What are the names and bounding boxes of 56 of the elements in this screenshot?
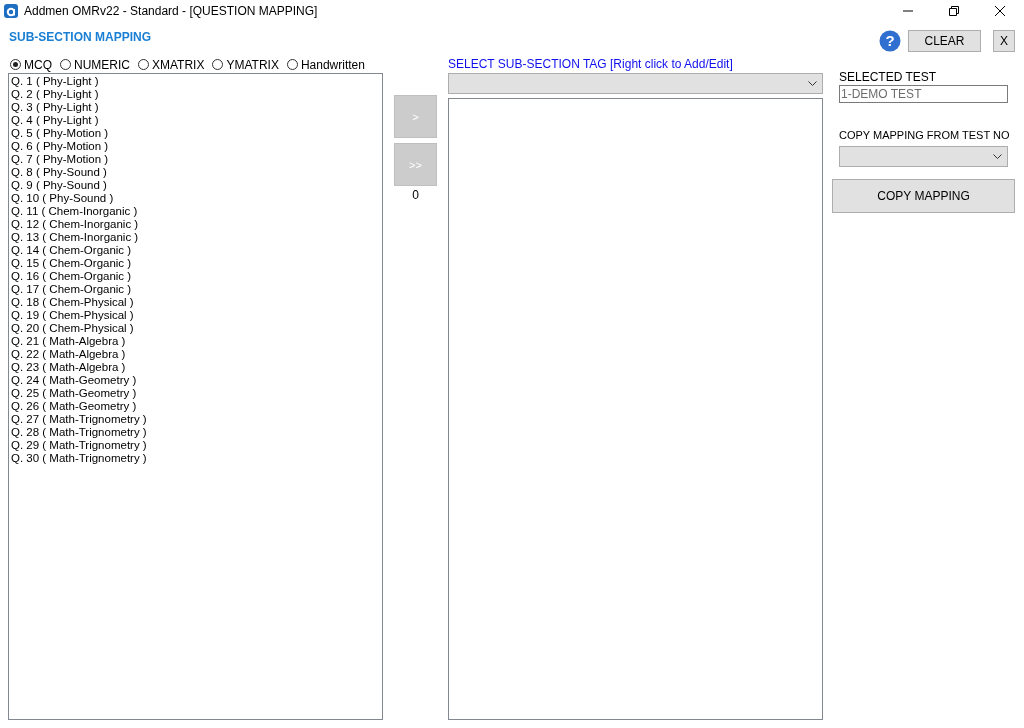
- clear-button[interactable]: CLEAR: [908, 30, 981, 52]
- question-item[interactable]: Q. 29 ( Math-Trignometry ): [11, 439, 380, 452]
- restore-icon[interactable]: [948, 5, 960, 17]
- radio-label: XMATRIX: [152, 57, 205, 72]
- radio-label: NUMERIC: [74, 57, 130, 72]
- copy-from-label: COPY MAPPING FROM TEST NO: [839, 128, 1011, 142]
- question-item[interactable]: Q. 21 ( Math-Algebra ): [11, 335, 380, 348]
- selected-test-label: SELECTED TEST: [839, 70, 938, 84]
- app-logo-icon: [4, 4, 18, 18]
- question-item[interactable]: Q. 14 ( Chem-Organic ): [11, 244, 380, 257]
- question-item[interactable]: Q. 3 ( Phy-Light ): [11, 101, 380, 114]
- selected-test-field[interactable]: 1-DEMO TEST: [839, 85, 1008, 103]
- close-icon[interactable]: [994, 5, 1006, 17]
- question-item[interactable]: Q. 8 ( Phy-Sound ): [11, 166, 380, 179]
- radio-option[interactable]: MCQ: [10, 57, 52, 72]
- question-item[interactable]: Q. 17 ( Chem-Organic ): [11, 283, 380, 296]
- question-item[interactable]: Q. 10 ( Phy-Sound ): [11, 192, 380, 205]
- section-heading: SUB-SECTION MAPPING: [9, 30, 151, 44]
- radio-label: Handwritten: [300, 57, 365, 72]
- radio-option[interactable]: YMATRIX: [212, 57, 279, 72]
- question-item[interactable]: Q. 7 ( Phy-Motion ): [11, 153, 380, 166]
- chevron-icon: [808, 81, 817, 86]
- question-item[interactable]: Q. 12 ( Chem-Inorganic ): [11, 218, 380, 231]
- window-title: Addmen OMRv22 - Standard - [QUESTION MAPPING]: [24, 4, 318, 18]
- help-icon[interactable]: ?: [879, 30, 901, 52]
- copy-mapping-button[interactable]: COPY MAPPING: [832, 179, 1015, 213]
- tag-label: SELECT SUB-SECTION TAG [Right click to Add/Edit]: [448, 56, 734, 72]
- question-item[interactable]: Q. 23 ( Math-Algebra ): [11, 361, 380, 374]
- radio-label: MCQ: [24, 57, 52, 72]
- question-item[interactable]: Q. 16 ( Chem-Organic ): [11, 270, 380, 283]
- question-item[interactable]: Q. 22 ( Math-Algebra ): [11, 348, 380, 361]
- question-item[interactable]: Q. 15 ( Chem-Organic ): [11, 257, 380, 270]
- chevron-icon: [993, 154, 1002, 159]
- question-item[interactable]: Q. 20 ( Chem-Physical ): [11, 322, 380, 335]
- question-item[interactable]: Q. 1 ( Phy-Light ): [11, 75, 380, 88]
- question-item[interactable]: Q. 18 ( Chem-Physical ): [11, 296, 380, 309]
- radio-option[interactable]: XMATRIX: [138, 57, 205, 72]
- question-item[interactable]: Q. 6 ( Phy-Motion ): [11, 140, 380, 153]
- question-item[interactable]: Q. 27 ( Math-Trignometry ): [11, 413, 380, 426]
- question-item[interactable]: Q. 2 ( Phy-Light ): [11, 88, 380, 101]
- question-item[interactable]: Q. 13 ( Chem-Inorganic ): [11, 231, 380, 244]
- question-item[interactable]: Q. 4 ( Phy-Light ): [11, 114, 380, 127]
- question-item[interactable]: Q. 26 ( Math-Geometry ): [11, 400, 380, 413]
- mapped-count: 0: [412, 188, 419, 202]
- question-item[interactable]: Q. 19 ( Chem-Physical ): [11, 309, 380, 322]
- question-item[interactable]: Q. 11 ( Chem-Inorganic ): [11, 205, 380, 218]
- radio-option[interactable]: Handwritten: [286, 57, 365, 72]
- question-item[interactable]: Q. 5 ( Phy-Motion ): [11, 127, 380, 140]
- question-item[interactable]: Q. 25 ( Math-Geometry ): [11, 387, 380, 400]
- radio-label: YMATRIX: [226, 57, 279, 72]
- question-item[interactable]: Q. 30 ( Math-Trignometry ): [11, 452, 380, 465]
- question-item[interactable]: Q. 28 ( Math-Trignometry ): [11, 426, 380, 439]
- radio-option[interactable]: NUMERIC: [60, 57, 130, 72]
- close-button[interactable]: X: [993, 30, 1015, 52]
- question-item[interactable]: Q. 9 ( Phy-Sound ): [11, 179, 380, 192]
- question-item[interactable]: Q. 24 ( Math-Geometry ): [11, 374, 380, 387]
